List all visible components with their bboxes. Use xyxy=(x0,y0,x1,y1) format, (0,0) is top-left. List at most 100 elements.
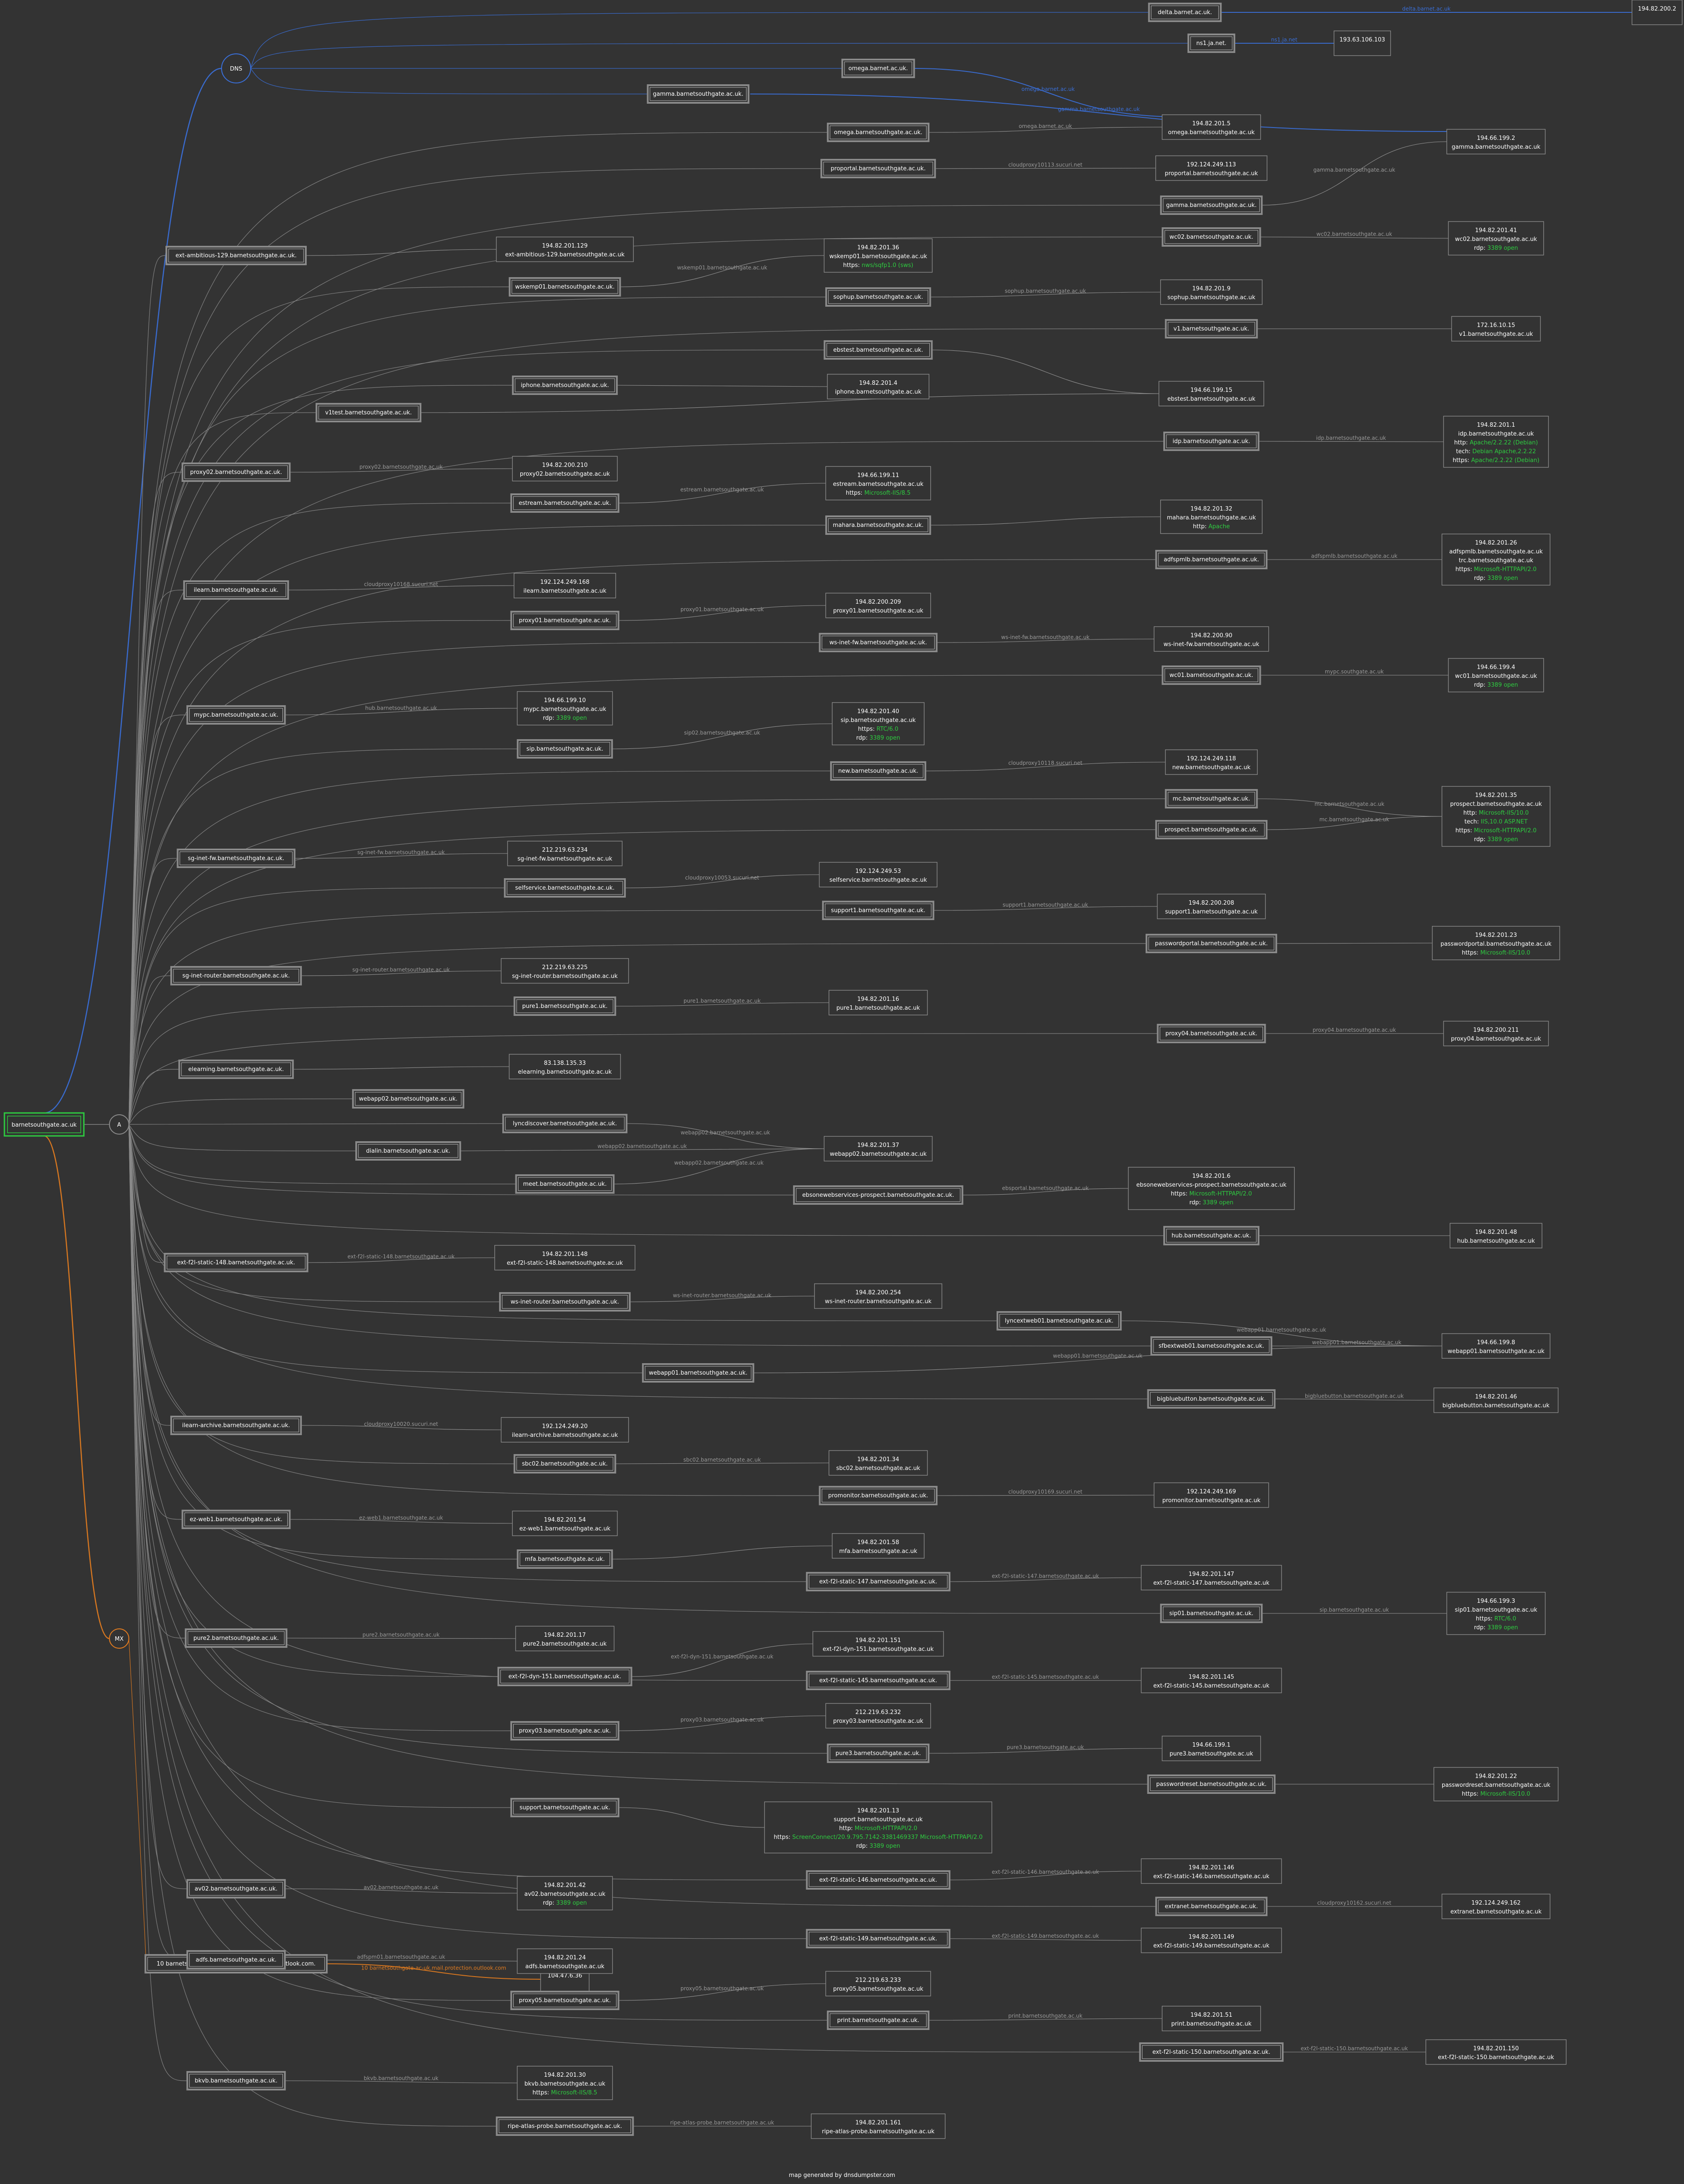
ip-node-53: 194.82.201.42 av02.barnetsouthgate.ac.uk r… xyxy=(517,1876,613,1910)
ip-node-10: 194.82.201.1 idp.barnetsouthgate.ac.uk htt… xyxy=(1443,416,1549,468)
edge-host-ip-8 xyxy=(932,350,1159,394)
host-node-23: mc.barnetsouthgate.ac.uk. xyxy=(1165,789,1258,808)
ip-address: 194.82.201.145 xyxy=(1188,1674,1234,1680)
edge-host-ip-28 xyxy=(1276,943,1432,944)
host-label: pure3.barnetsouthgate.ac.uk. xyxy=(835,1750,921,1757)
link-label-18: ws-inet-fw.barnetsouthgate.ac.uk xyxy=(1001,634,1090,640)
dns-map-diagram: delta.barnet.ac.uk ns1.ja.net omega.barnet… xyxy=(4,0,1683,2139)
edge-host-ip-32 xyxy=(293,1066,509,1070)
edge-a-host-49 xyxy=(128,1124,518,1560)
ip-hostname: hub.barnetsouthgate.ac.uk xyxy=(1457,1238,1535,1244)
ip-address: 192.124.249.113 xyxy=(1187,162,1236,168)
edge-a-host-7 xyxy=(128,328,1166,1125)
ip-address: 194.66.199.15 xyxy=(1190,387,1232,394)
ip-address: 194.82.201.48 xyxy=(1475,1229,1517,1236)
host-label: mahara.barnetsouthgate.ac.uk. xyxy=(833,522,924,529)
ip-node-56: 194.82.201.24 adfs.barnetsouthgate.ac.uk xyxy=(517,1948,613,1974)
link-label-66: bkvb.barnetsouthgate.ac.uk xyxy=(364,2075,438,2082)
host-node-37: ebsonewebservices-prospect.barnetsouthga… xyxy=(793,1185,963,1205)
service-key: https: xyxy=(846,490,865,496)
ip-hostname: sip.barnetsouthgate.ac.uk xyxy=(841,717,916,724)
ip-hostname: iphone.barnetsouthgate.ac.uk xyxy=(835,389,921,395)
ip-node-15: 192.124.249.168 ilearn.barnetsouthgate.ac… xyxy=(514,573,616,598)
ip-hostname: support.barnetsouthgate.ac.uk xyxy=(834,1816,923,1823)
ip-node-12: 194.66.199.11 estream.barnetsouthgate.ac.… xyxy=(825,466,931,500)
host-node-13: estream.barnetsouthgate.ac.uk. xyxy=(510,493,620,513)
host-label: ext-f2l-static-149.barnetsouthgate.ac.uk… xyxy=(819,1936,937,1942)
host-node-1: proportal.barnetsouthgate.ac.uk. xyxy=(820,159,936,178)
service-line: rdp: 3389 open xyxy=(856,1843,900,1849)
service-value: 3389 open xyxy=(1487,836,1518,843)
service-key: http: xyxy=(839,1825,854,1832)
ip-address: 192.124.249.53 xyxy=(855,868,901,875)
host-label: selfservice.barnetsouthgate.ac.uk. xyxy=(515,885,614,891)
link-label-44: cloudproxy10020.sucuri.net xyxy=(364,1421,438,1427)
service-key: https: xyxy=(843,262,862,269)
service-value: Microsoft-HTTPAPI/2.0 xyxy=(1474,827,1537,834)
ip-node-51: 194.82.201.13 support.barnetsouthgate.ac.… xyxy=(764,1801,992,1853)
ip-node-2: 194.66.199.2 gamma.barnetsouthgate.ac.uk xyxy=(1446,129,1546,154)
link-label-60: cloudproxy10162.sucuri.net xyxy=(1317,1900,1391,1906)
footer-credit: map generated by dnsdumpster.com xyxy=(789,2172,895,2179)
service-line: rdp: 3389 open xyxy=(543,715,587,722)
edge-root-mx xyxy=(44,1135,110,1639)
link-label-26: cloudproxy10053.sucuri.net xyxy=(685,875,759,881)
host-node-48: ez-web1.barnetsouthgate.ac.uk. xyxy=(181,1510,291,1529)
service-value: Microsoft-IIS/8.5 xyxy=(865,490,911,496)
host-node-60: av02.barnetsouthgate.ac.uk. xyxy=(186,1879,286,1898)
host-label: ext-f2l-static-150.barnetsouthgate.ac.uk… xyxy=(1152,2049,1270,2056)
ip-hostname: proxy04.barnetsouthgate.ac.uk xyxy=(1451,1036,1541,1042)
host-label: sg-inet-router.barnetsouthgate.ac.uk. xyxy=(182,973,290,979)
host-label: proxy05.barnetsouthgate.ac.uk. xyxy=(519,1997,611,2004)
service-value: Microsoft-HTTPAPI/2.0 xyxy=(1189,1191,1252,1197)
host-label: iphone.barnetsouthgate.ac.uk. xyxy=(521,382,609,389)
ip-node-49: 194.66.199.1 pure3.barnetsouthgate.ac.uk xyxy=(1162,1736,1261,1761)
link-label-21: sip02.barnetsouthgate.ac.uk xyxy=(684,730,760,736)
edge-dns-1 xyxy=(250,43,1188,69)
edge-mx-host xyxy=(128,1638,147,1964)
ip-address: 194.82.201.34 xyxy=(857,1456,899,1463)
host-node-25: sg-inet-fw.barnetsouthgate.ac.uk. xyxy=(177,849,296,868)
host-node-40: ws-inet-router.barnetsouthgate.ac.uk. xyxy=(499,1292,631,1312)
host-label: ext-f2l-static-148.barnetsouthgate.ac.uk… xyxy=(177,1259,295,1266)
ip-address: 194.82.200.210 xyxy=(542,462,587,469)
host-label: ext-ambitious-129.barnetsouthgate.ac.uk. xyxy=(176,252,297,259)
service-key: http: xyxy=(1193,523,1208,530)
ip-hostname: sbc02.barnetsouthgate.ac.uk xyxy=(836,1465,921,1472)
host-node-21: sip.barnetsouthgate.ac.uk. xyxy=(517,739,613,759)
link-label-55: pure3.barnetsouthgate.ac.uk xyxy=(1007,1744,1084,1751)
ip-address: 194.82.200.254 xyxy=(855,1289,901,1296)
host-node-11: idp.barnetsouthgate.ac.uk. xyxy=(1163,432,1259,451)
ip-hostname: ext-f2l-static-147.barnetsouthgate.ac.uk xyxy=(1153,1580,1270,1586)
service-key: rdp: xyxy=(1474,1624,1487,1631)
host-label: ext-f2l-static-147.barnetsouthgate.ac.uk… xyxy=(819,1579,937,1585)
service-value: Microsoft-IIS/10.0 xyxy=(1480,1791,1530,1797)
service-key: rdp: xyxy=(856,735,869,741)
link-label-17: proxy01.barnetsouthgate.ac.uk xyxy=(680,606,764,613)
ip-node-57: 212.219.63.233 proxy05.barnetsouthgate.ac… xyxy=(825,1971,931,1996)
ip-address: 192.124.249.118 xyxy=(1187,756,1236,762)
service-key: https: xyxy=(1462,1791,1480,1797)
ip-node-31: 194.82.201.37 webapp02.barnetsouthgate.ac… xyxy=(823,1136,933,1162)
edge-a-host-38 xyxy=(128,1124,1165,1236)
link-label-35: webapp02.barnetsouthgate.ac.uk xyxy=(674,1160,764,1166)
edge-a-host-53 xyxy=(128,1124,499,1677)
ip-address: 194.82.200.90 xyxy=(1190,632,1232,639)
ip-address: 194.82.201.4 xyxy=(859,380,898,387)
mx-hub: MX xyxy=(109,1628,129,1649)
link-label-67: ripe-atlas-probe.barnetsouthgate.ac.uk xyxy=(670,2120,774,2126)
ip-address: 194.66.199.8 xyxy=(1477,1339,1515,1346)
host-node-58: support.barnetsouthgate.ac.uk. xyxy=(510,1798,620,1817)
ip-address: 194.82.201.58 xyxy=(857,1539,899,1546)
host-node-14: mahara.barnetsouthgate.ac.uk. xyxy=(825,515,931,535)
ip-node-32: 194.82.201.6 ebsonewebservices-prospect.b… xyxy=(1128,1167,1295,1210)
ip-address: 194.66.199.2 xyxy=(1477,135,1515,142)
host-node-47: promonitor.barnetsouthgate.ac.uk. xyxy=(819,1486,938,1505)
host-node-50: ext-f2l-static-147.barnetsouthgate.ac.uk… xyxy=(806,1572,951,1591)
edge-a-host-2 xyxy=(128,205,1161,1125)
edge-host-ip-46 xyxy=(936,1495,1154,1496)
host-label: delta.barnet.ac.uk. xyxy=(1158,9,1212,16)
service-value: Apache/2.2.22 (Debian) xyxy=(1470,440,1538,446)
link-label-64: print.barnetsouthgate.ac.uk xyxy=(1008,2013,1083,2019)
host-node-56: pure3.barnetsouthgate.ac.uk. xyxy=(827,1744,930,1763)
